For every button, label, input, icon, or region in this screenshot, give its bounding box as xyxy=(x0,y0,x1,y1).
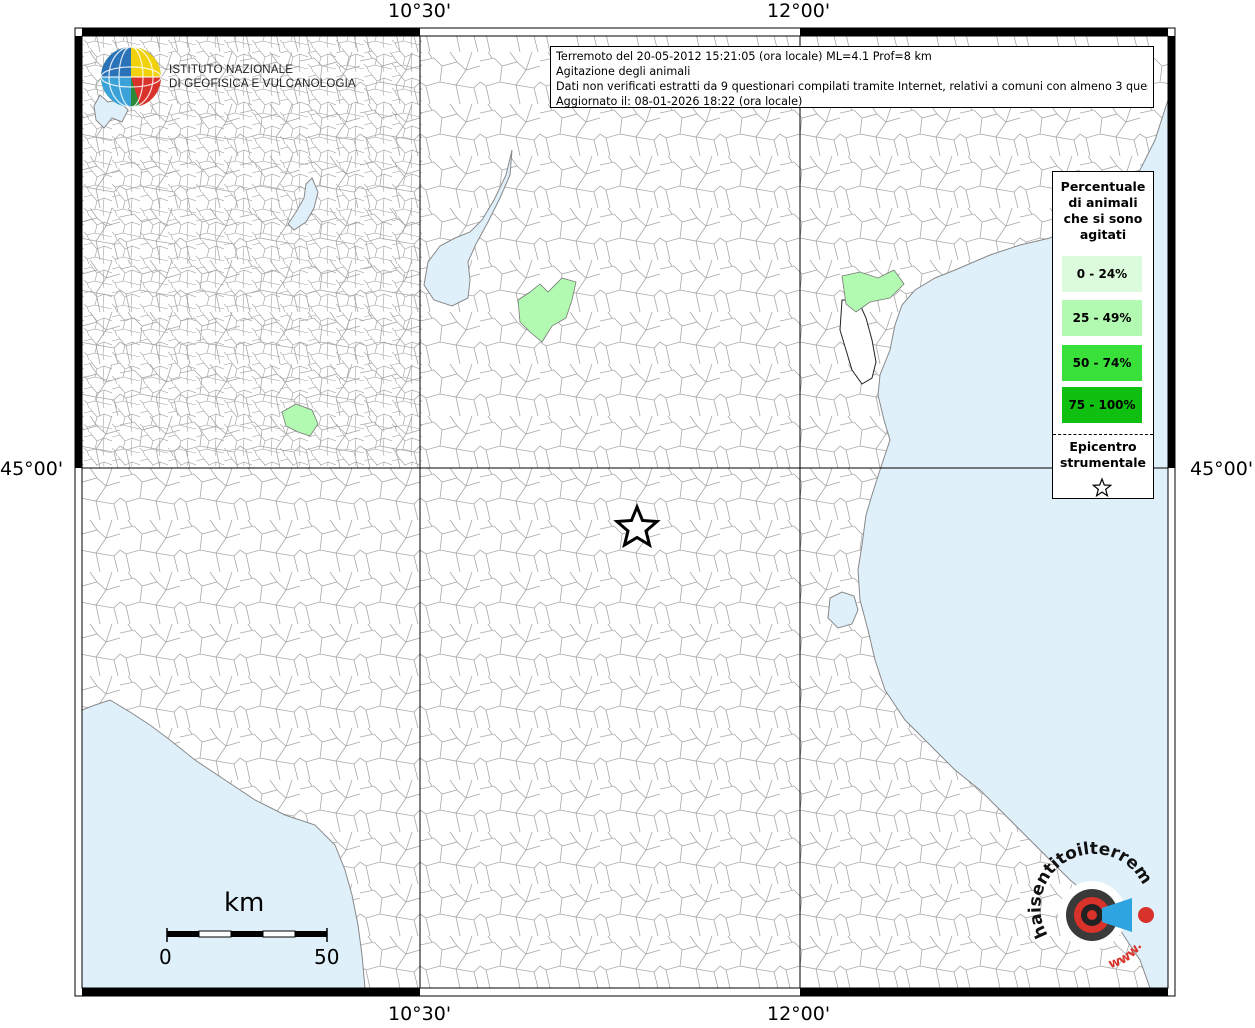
legend-epicentre-line2: strumentale xyxy=(1059,455,1147,470)
legend: Percentuale di animali che si sono agita… xyxy=(1052,171,1154,499)
lon-label-bottom-left: 10°30' xyxy=(388,1003,452,1025)
lat-label-left: 45°00' xyxy=(0,458,64,480)
event-info-line1: Terremoto del 20-05-2012 15:21:05 (ora l… xyxy=(556,50,932,63)
event-info-line2: Agitazione degli animali xyxy=(556,65,691,78)
ingv-logo-line1: ISTITUTO NAZIONALE xyxy=(169,64,294,76)
legend-title-line4: agitati xyxy=(1079,227,1127,242)
lon-label-top-right: 12°00' xyxy=(767,0,831,22)
map-container: haisentitoilterremoto.it www. 10°30' 12°… xyxy=(0,0,1255,1025)
ingv-logo-globe xyxy=(100,46,162,108)
legend-separator xyxy=(1053,434,1153,435)
map-body xyxy=(82,36,1168,988)
lat-label-right: 45°00' xyxy=(1190,458,1254,480)
lon-label-bottom-right: 12°00' xyxy=(767,1003,831,1025)
scale-start: 0 xyxy=(159,945,172,969)
legend-title-line3: che si sono xyxy=(1063,211,1143,226)
lon-label-top-left: 10°30' xyxy=(388,0,452,22)
legend-epicentre-line1: Epicentro xyxy=(1069,439,1137,454)
legend-epicentre-title: Epicentro strumentale xyxy=(1053,439,1153,471)
event-info-line4: Aggiornato il: 08-01-2026 18:22 (ora loc… xyxy=(556,95,803,108)
legend-item-50-74: 50 - 74% xyxy=(1062,345,1142,381)
scale-unit: km xyxy=(224,888,265,918)
map-canvas: haisentitoilterremoto.it www. xyxy=(0,0,1176,997)
legend-title-line1: Percentuale xyxy=(1060,179,1146,194)
event-info-line3: Dati non verificati estratti da 9 questi… xyxy=(556,80,1148,93)
ingv-logo-line2: DI GEOFISICA E VULCANOLOGIA xyxy=(169,78,356,90)
event-info-box: Terremoto del 20-05-2012 15:21:05 (ora l… xyxy=(550,46,1154,108)
legend-title-line2: di animali xyxy=(1068,195,1138,210)
legend-item-75-100: 75 - 100% xyxy=(1062,387,1142,423)
scale-end: 50 xyxy=(314,945,340,969)
legend-item-0-24: 0 - 24% xyxy=(1062,256,1142,292)
star-icon xyxy=(1091,477,1113,498)
legend-item-25-49: 25 - 49% xyxy=(1062,300,1142,336)
legend-title: Percentuale di animali che si sono agita… xyxy=(1053,179,1153,243)
